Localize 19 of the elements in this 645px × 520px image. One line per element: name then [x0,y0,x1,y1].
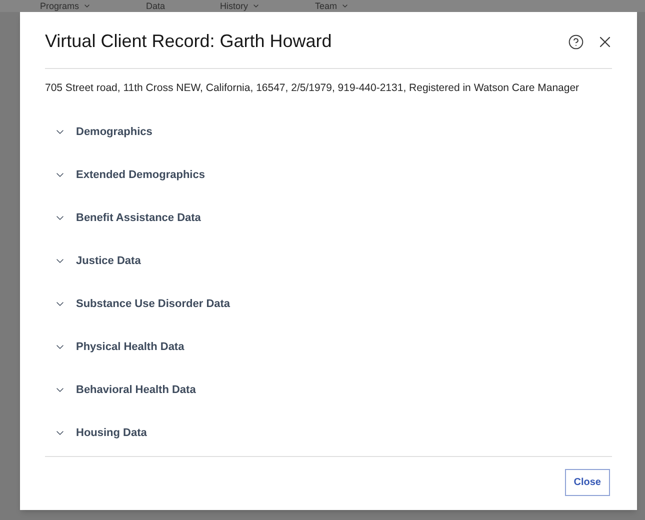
close-button[interactable]: Close [564,469,610,496]
accordion-header[interactable]: Benefit Assistance Data [45,196,612,240]
nav-item[interactable]: History [220,1,260,11]
accordion-header[interactable]: Physical Health Data [45,326,612,369]
nav-item[interactable]: Team [315,1,350,11]
client-summary: 705 Street road, 11th Cross NEW, California, 16547, 2/5/1979, 919-440-2131, Registered in Watson Care Manager [45,81,580,96]
dialog-title: Virtual Client Record: Garth Howard [45,30,332,53]
accordion-header[interactable]: Extended Demographics [45,154,612,197]
caret-icon [252,2,260,10]
accordion-header[interactable]: Housing Data [45,412,612,455]
caret-icon [341,2,350,10]
nav-item[interactable]: Programs [40,1,92,11]
nav-item[interactable]: Data [146,1,166,11]
accordion-header[interactable]: Justice Data [45,240,612,283]
help-icon[interactable] [568,34,584,50]
accordion-header[interactable]: Substance Use Disorder Data [45,282,612,326]
accordion-header[interactable]: Behavioral Health Data [45,368,612,412]
accordion-header[interactable]: Demographics [45,110,612,154]
caret-icon [83,2,92,10]
